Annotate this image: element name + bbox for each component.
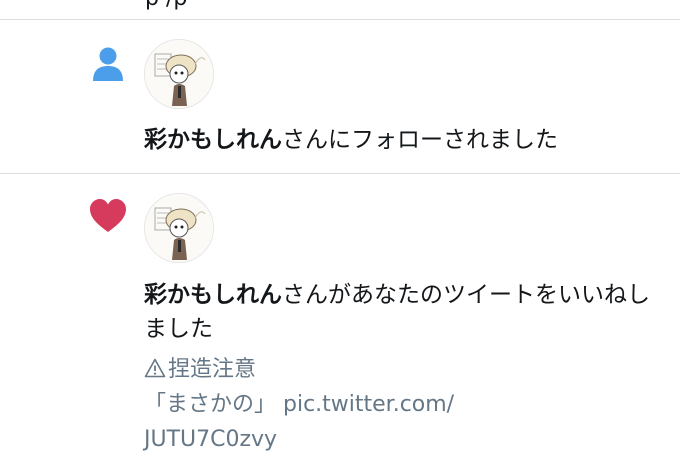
previous-item-text: p /p: [145, 0, 187, 11]
tweet-warning-line: 捏造注意: [144, 352, 654, 387]
tweet-quote-line: 「まさかの」 pic.twitter.com/: [144, 392, 455, 417]
tweet-link[interactable]: JUTU7C0zvy: [144, 422, 654, 457]
avatar[interactable]: [144, 39, 214, 109]
notification-text: 彩かもしれんさんにフォローされました: [144, 123, 654, 157]
liked-tweet-text[interactable]: 捏造注意 「まさかの」 pic.twitter.com/ JUTU7C0zvy: [144, 352, 654, 457]
action-text: さんにフォローされました: [282, 127, 558, 153]
divider: [0, 19, 680, 20]
warning-icon: [144, 358, 166, 378]
divider: [0, 173, 680, 174]
warning-text: 捏造注意: [168, 357, 257, 382]
user-name[interactable]: 彩かもしれん: [144, 127, 282, 153]
avatar[interactable]: [144, 193, 214, 263]
user-name[interactable]: 彩かもしれん: [144, 282, 282, 308]
person-icon: [88, 44, 128, 84]
notification-text: 彩かもしれんさんがあなたのツイートをいいねしました: [144, 278, 654, 346]
heart-icon: [88, 196, 128, 236]
